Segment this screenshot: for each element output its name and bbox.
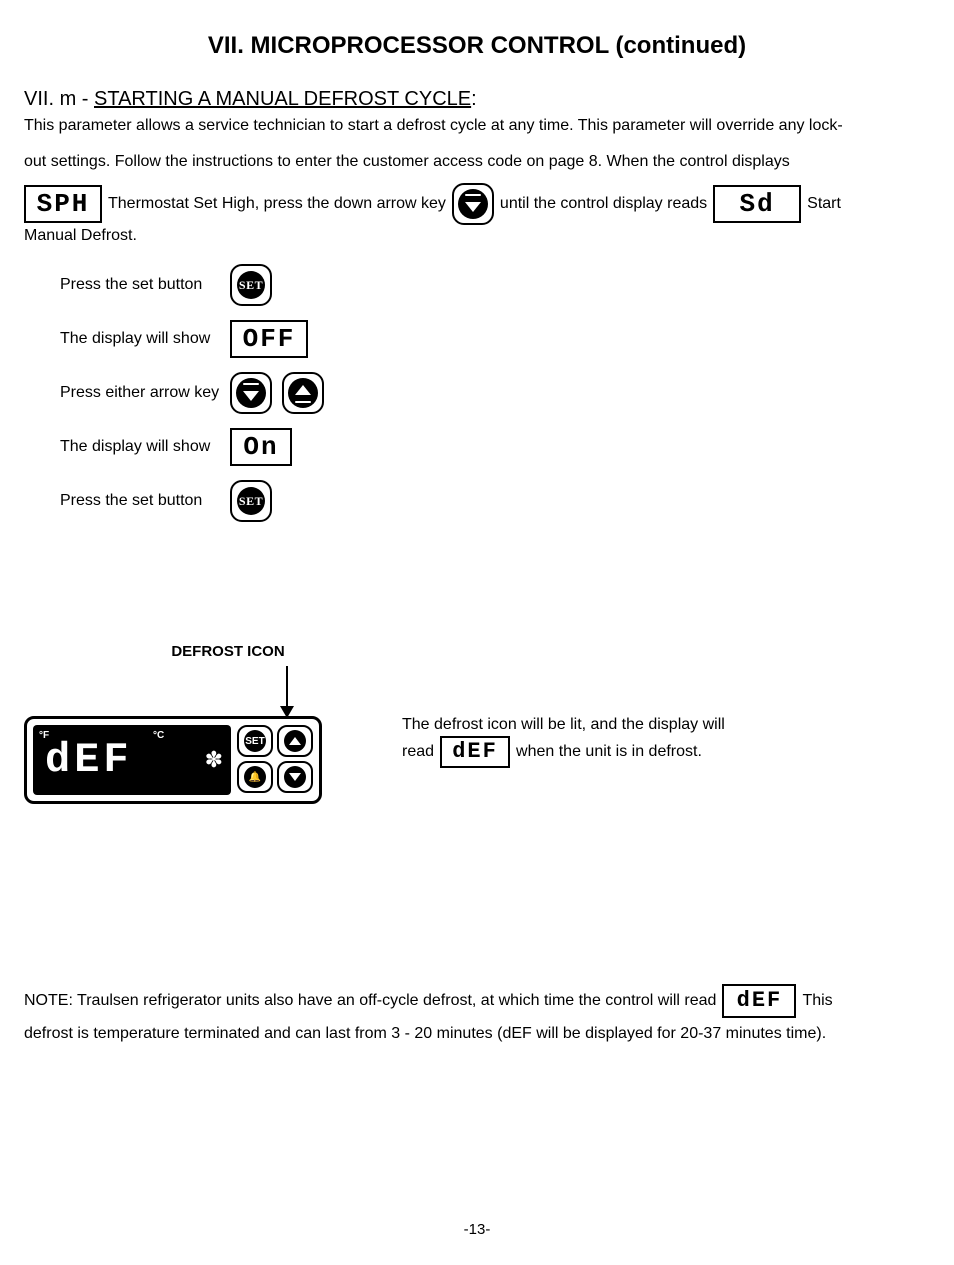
step-label: Press either arrow key [60,382,220,404]
page-title: VII. MICROPROCESSOR CONTROL (continued) [24,30,930,62]
defrost-text-line1: The defrost icon will be lit, and the di… [402,714,725,736]
defrost-text-read: read [402,741,434,763]
step-3: Press either arrow key [60,372,930,414]
bell-icon: 🔔 [244,766,266,788]
down-arrow-icon [236,378,266,408]
step-1: Press the set button SET [60,264,930,306]
panel-set-button: SET [237,725,273,757]
unit-celsius: °C [153,729,164,743]
step-label: Press the set button [60,490,220,512]
note-line2: defrost is temperature terminated and ca… [24,1018,930,1050]
section-colon: : [471,88,477,110]
set-button: SET [230,264,272,306]
set-icon: SET [237,271,265,299]
display-sph: SPH [24,185,102,223]
panel-mute-button: 🔔 [237,761,273,793]
defrost-caption: DEFROST ICON [24,642,322,662]
down-arrow-button [452,183,494,225]
up-arrow-icon [284,730,306,752]
note-line1-post: This [802,985,832,1017]
down-arrow-icon [458,189,488,219]
set-icon: SET [244,730,266,752]
display-sd: Sd [713,185,801,223]
intro-text-1: This parameter allows a service technici… [24,115,930,137]
set-icon: SET [237,487,265,515]
display-on: On [230,428,292,466]
defrost-text-rest: when the unit is in defrost. [516,741,702,763]
panel-buttons: SET 🔔 [237,725,313,795]
step-label: The display will show [60,328,220,350]
step-4: The display will show On [60,428,930,466]
instruction-line-3: SPH Thermostat Set High, press the down … [24,183,930,225]
text-manual-defrost: Manual Defrost. [24,225,930,247]
steps-list: Press the set button SET The display wil… [60,264,930,522]
step-label: Press the set button [60,274,220,296]
page-number: -13- [24,1220,930,1240]
display-off: OFF [230,320,308,358]
display-def-inline: dEF [440,736,510,768]
note-block: NOTE: Traulsen refrigerator units also h… [24,984,930,1050]
section-heading-text: STARTING A MANUAL DEFROST CYCLE [94,88,471,110]
lcd-display: °F °C dEF ✽ [33,725,231,795]
pointer-arrow-icon [252,666,322,718]
text-thermostat-set-high: Thermostat Set High, press the down arro… [108,193,446,215]
step-2: The display will show OFF [60,320,930,358]
intro-text-2: out settings. Follow the instructions to… [24,151,930,173]
up-arrow-icon [288,378,318,408]
lcd-text: dEF [45,732,133,789]
defrost-side-text: The defrost icon will be lit, and the di… [402,714,725,768]
step-5: Press the set button SET [60,480,930,522]
down-arrow-button [230,372,272,414]
text-until-display-reads: until the control display reads [500,193,707,215]
text-start: Start [807,193,841,215]
panel-up-button [277,725,313,757]
note-line1-pre: NOTE: Traulsen refrigerator units also h… [24,985,716,1017]
section-heading: VII. m - STARTING A MANUAL DEFROST CYCLE… [24,86,930,113]
defrost-section: DEFROST ICON °F °C dEF ✽ SET 🔔 The defro… [24,642,930,804]
step-label: The display will show [60,436,220,458]
set-button: SET [230,480,272,522]
control-panel: °F °C dEF ✽ SET 🔔 [24,716,322,804]
unit-fahrenheit: °F [39,729,49,743]
up-arrow-button [282,372,324,414]
section-prefix: VII. m - [24,88,94,110]
display-def-note: dEF [722,984,796,1018]
snowflake-icon: ✽ [205,745,223,775]
defrost-diagram: DEFROST ICON °F °C dEF ✽ SET 🔔 [24,642,322,804]
panel-down-button [277,761,313,793]
down-arrow-icon [284,766,306,788]
